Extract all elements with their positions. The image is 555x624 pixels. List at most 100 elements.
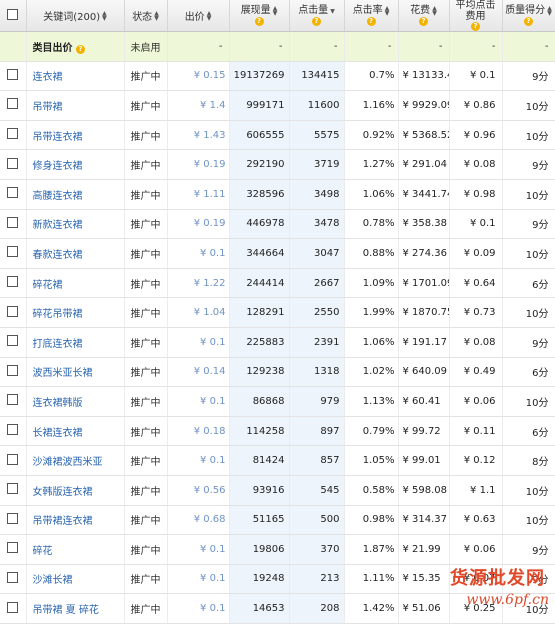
table-row[interactable]: 吊带裙 推广中 ¥ 1.4 999171 11600 1.16% ¥ 9929.09 ¥ 0.… — [0, 90, 555, 121]
row-checkbox[interactable] — [7, 424, 19, 436]
bid-value[interactable]: ¥ 0.19 — [167, 149, 230, 180]
sort-icon[interactable]: ▲ ▼ — [207, 10, 212, 21]
row-checkbox[interactable] — [7, 246, 19, 258]
sort-icon[interactable]: ▲ ▼ — [273, 6, 278, 17]
keyword-link[interactable]: 碎花 — [26, 534, 125, 565]
bid-value[interactable]: ¥ 1.4 — [167, 90, 230, 121]
table-row[interactable]: 碎花吊带裙 推广中 ¥ 1.04 128291 2550 1.99% ¥ 1870.75 ¥ … — [0, 297, 555, 328]
table-row[interactable]: 连衣裙韩版 推广中 ¥ 0.1 86868 979 1.13% ¥ 60.41 ¥ 0.06 1… — [0, 386, 555, 417]
row-checkbox[interactable] — [7, 187, 19, 199]
bid-value[interactable]: ¥ 1.22 — [167, 268, 230, 299]
row-checkbox[interactable] — [7, 364, 19, 376]
col-impressions[interactable]: 展现量 ▲ ▼? — [229, 0, 290, 32]
help-icon[interactable]: ? — [312, 17, 321, 26]
select-all-checkbox[interactable] — [7, 8, 19, 20]
table-row[interactable]: 打底连衣裙 推广中 ¥ 0.1 225883 2391 1.06% ¥ 191.17 ¥ 0.… — [0, 327, 555, 358]
row-checkbox[interactable] — [7, 68, 19, 80]
table-row[interactable]: 女韩版连衣裙 推广中 ¥ 0.56 93916 545 0.58% ¥ 598.08 ¥ 1.… — [0, 475, 555, 506]
keyword-link[interactable]: 沙滩裙波西米亚 — [26, 445, 125, 476]
row-checkbox[interactable] — [7, 483, 19, 495]
keyword-link[interactable]: 吊带裙连衣裙 — [26, 505, 125, 536]
bid-value[interactable]: ¥ 0.1 — [167, 593, 230, 624]
help-icon[interactable]: ? — [471, 22, 480, 31]
keyword-link[interactable]: 吊带连衣裙 — [26, 120, 125, 151]
bid-value[interactable]: ¥ 1.43 — [167, 120, 230, 151]
bid-value[interactable]: ¥ 0.56 — [167, 475, 230, 506]
sort-icon[interactable]: ▲ ▼ — [385, 6, 390, 17]
table-row[interactable]: 沙滩裙波西米亚 推广中 ¥ 0.1 81424 857 1.05% ¥ 99.01 ¥ 0.1… — [0, 445, 555, 476]
sort-icon[interactable]: ▼ — [330, 8, 335, 14]
bid-value[interactable]: ¥ 0.18 — [167, 416, 230, 447]
keyword-link[interactable]: 女韩版连衣裙 — [26, 475, 125, 506]
keyword-link[interactable]: 碎花裙 — [26, 268, 125, 299]
bid-value[interactable]: ¥ 0.1 — [167, 386, 230, 417]
row-checkbox[interactable] — [7, 453, 19, 465]
keyword-link[interactable]: 高腰连衣裙 — [26, 179, 125, 210]
table-row[interactable]: 碎花 推广中 ¥ 0.1 19806 370 1.87% ¥ 21.99 ¥ 0.06 9分 — [0, 534, 555, 565]
col-cost[interactable]: 花费 ▲ ▼? — [398, 0, 450, 32]
keyword-link[interactable]: 连衣裙韩版 — [26, 386, 125, 417]
row-checkbox[interactable] — [7, 98, 19, 110]
row-checkbox[interactable] — [7, 601, 19, 613]
row-checkbox[interactable] — [7, 216, 19, 228]
bid-value[interactable]: ¥ 1.04 — [167, 297, 230, 328]
help-icon[interactable]: ? — [419, 17, 428, 26]
row-checkbox[interactable] — [7, 157, 19, 169]
sort-icon[interactable]: ▲ ▼ — [102, 10, 107, 21]
keyword-link[interactable]: 新款连衣裙 — [26, 209, 125, 240]
keyword-link[interactable]: 沙滩长裙 — [26, 564, 125, 595]
row-checkbox[interactable] — [7, 335, 19, 347]
bid-value[interactable]: ¥ 0.1 — [167, 238, 230, 269]
row-checkbox[interactable] — [7, 305, 19, 317]
col-ctr[interactable]: 点击率 ▲ ▼? — [344, 0, 399, 32]
help-icon[interactable]: ? — [75, 44, 85, 54]
row-checkbox[interactable] — [7, 128, 19, 140]
help-icon[interactable]: ? — [524, 17, 533, 26]
keyword-link[interactable]: 春款连衣裙 — [26, 238, 125, 269]
table-row[interactable]: 高腰连衣裙 推广中 ¥ 1.11 328596 3498 1.06% ¥ 3441.74 ¥ … — [0, 179, 555, 210]
row-checkbox[interactable] — [7, 571, 19, 583]
keyword-link[interactable]: 修身连衣裙 — [26, 149, 125, 180]
bid-value[interactable]: ¥ 0.1 — [167, 327, 230, 358]
col-quality[interactable]: 质量得分 ▲ ▼? — [502, 0, 555, 32]
row-checkbox[interactable] — [7, 512, 19, 524]
bid-value[interactable]: ¥ 0.14 — [167, 357, 230, 388]
help-icon[interactable]: ? — [366, 17, 376, 26]
sort-icon[interactable]: ▲ ▼ — [547, 6, 552, 17]
col-bid[interactable]: 出价 ▲ ▼ — [167, 0, 230, 32]
table-row[interactable]: 修身连衣裙 推广中 ¥ 0.19 292190 3719 1.27% ¥ 291.04 ¥ 0… — [0, 149, 555, 180]
bid-value[interactable]: ¥ 0.1 — [167, 564, 230, 595]
keyword-link[interactable]: 吊带裙 — [26, 90, 125, 121]
bid-value[interactable]: ¥ 0.1 — [167, 534, 230, 565]
bid-value[interactable]: ¥ 0.68 — [167, 505, 230, 536]
col-keyword[interactable]: 关键词(200) ▲ ▼ — [26, 0, 125, 32]
row-checkbox[interactable] — [7, 276, 19, 288]
col-clicks[interactable]: 点击量 ▼? — [289, 0, 345, 32]
keyword-link[interactable]: 吊带裙 夏 碎花 — [26, 593, 125, 624]
table-row[interactable]: 新款连衣裙 推广中 ¥ 0.19 446978 3478 0.78% ¥ 358.38 ¥ 0… — [0, 209, 555, 240]
sort-icon[interactable]: ▲ ▼ — [432, 6, 437, 17]
table-row[interactable]: 春款连衣裙 推广中 ¥ 0.1 344664 3047 0.88% ¥ 274.36 ¥ 0.… — [0, 238, 555, 269]
category-bid-value[interactable]: - — [167, 31, 230, 62]
help-icon[interactable]: ? — [254, 17, 264, 26]
col-status[interactable]: 状态 ▲ ▼ — [124, 0, 168, 32]
table-row[interactable]: 连衣裙推广中¥ 0.15191372691344150.7%¥ 13133.44… — [0, 61, 555, 92]
keyword-link[interactable]: 打底连衣裙 — [26, 327, 125, 358]
table-row[interactable]: 波西米亚长裙 推广中 ¥ 0.14 129238 1318 1.02% ¥ 640.09 ¥ … — [0, 357, 555, 388]
select-all-header[interactable] — [0, 0, 27, 32]
table-row[interactable]: 长裙连衣裙 推广中 ¥ 0.18 114258 897 0.79% ¥ 99.72 ¥ 0.1… — [0, 416, 555, 447]
bid-value[interactable]: ¥ 0.19 — [167, 209, 230, 240]
keyword-link[interactable]: 连衣裙 — [26, 61, 125, 92]
table-row[interactable]: 碎花裙 推广中 ¥ 1.22 244414 2667 1.09% ¥ 1701.09 ¥ 0.… — [0, 268, 555, 299]
row-checkbox[interactable] — [7, 394, 19, 406]
bid-value[interactable]: ¥ 0.15 — [167, 61, 230, 92]
keyword-link[interactable]: 碎花吊带裙 — [26, 297, 125, 328]
table-row[interactable]: 吊带裙连衣裙 推广中 ¥ 0.68 51165 500 0.98% ¥ 314.37 ¥ 0.… — [0, 505, 555, 536]
bid-value[interactable]: ¥ 1.11 — [167, 179, 230, 210]
row-checkbox[interactable] — [7, 542, 19, 554]
keyword-link[interactable]: 波西米亚长裙 — [26, 357, 125, 388]
sort-icon[interactable]: ▲ ▼ — [154, 10, 159, 21]
table-row[interactable]: 吊带连衣裙 推广中 ¥ 1.43 606555 5575 0.92% ¥ 5368.52 ¥ … — [0, 120, 555, 151]
col-avg-cpc[interactable]: 平均点击费用? — [449, 0, 503, 32]
bid-value[interactable]: ¥ 0.1 — [167, 445, 230, 476]
